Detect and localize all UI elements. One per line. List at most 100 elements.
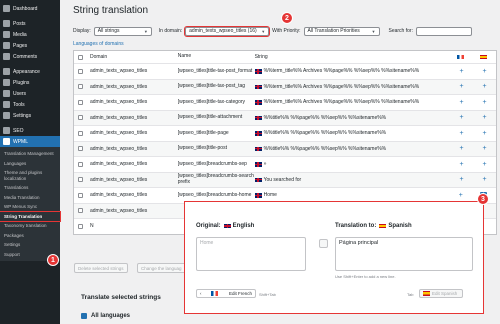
sidebar-item-users[interactable]: Users bbox=[0, 88, 60, 99]
add-translation-fr-icon[interactable]: + bbox=[460, 145, 464, 152]
cell-name: [wpseo_titles]title-attachment bbox=[177, 114, 243, 120]
cell-domain: admin_texts_wpseo_titles bbox=[89, 83, 148, 90]
edit-spanish-button[interactable]: Edit Spanish bbox=[419, 289, 463, 298]
add-translation-es-icon[interactable]: + bbox=[482, 130, 486, 137]
sidebar-item-comments[interactable]: Comments bbox=[0, 51, 60, 62]
sidebar-item-wpml[interactable]: WPML bbox=[0, 136, 60, 147]
select-all-checkbox[interactable] bbox=[78, 54, 84, 60]
cell-domain: admin_texts_wpseo_titles bbox=[89, 114, 148, 121]
translate-selected-heading: Translate selected strings bbox=[81, 294, 161, 301]
tab-hint: Tab bbox=[407, 292, 414, 297]
row-checkbox[interactable] bbox=[78, 161, 84, 167]
wpml-icon bbox=[3, 138, 10, 145]
sidebar-item-tools[interactable]: Tools bbox=[0, 99, 60, 110]
callout-badge: 3 bbox=[477, 193, 489, 205]
shift-tab-hint: Shift+Tab bbox=[259, 292, 276, 297]
column-header-name[interactable]: Name bbox=[178, 54, 255, 60]
submenu-settings[interactable]: Settings bbox=[0, 240, 60, 250]
domain-label: In domain: bbox=[158, 28, 183, 34]
all-languages-checkbox[interactable] bbox=[81, 313, 87, 319]
table-header: Domain Name String bbox=[74, 51, 496, 63]
spanish-flag-icon bbox=[423, 291, 430, 296]
delete-selected-button[interactable]: Delete selected strings bbox=[74, 263, 128, 273]
add-translation-fr-icon[interactable]: + bbox=[460, 176, 464, 183]
edit-french-button[interactable]: ‹ Edit French bbox=[196, 289, 256, 298]
sidebar-item-media[interactable]: Media bbox=[0, 29, 60, 40]
row-checkbox[interactable] bbox=[78, 177, 84, 183]
domain-select[interactable]: admin_texts_wpseo_titles (16) ▼ bbox=[184, 25, 271, 37]
add-translation-fr-icon[interactable]: + bbox=[460, 68, 464, 75]
search-label: Search for: bbox=[388, 28, 413, 34]
row-checkbox[interactable] bbox=[78, 208, 84, 214]
row-checkbox[interactable] bbox=[78, 192, 84, 198]
row-checkbox[interactable] bbox=[78, 68, 84, 74]
submenu-translation-management[interactable]: Translation Management bbox=[0, 149, 60, 159]
add-translation-es-icon[interactable]: + bbox=[482, 83, 486, 90]
add-translation-es-icon[interactable]: + bbox=[482, 114, 486, 121]
add-translation-es-icon[interactable]: + bbox=[482, 99, 486, 106]
callout-badge: 1 bbox=[47, 254, 59, 266]
add-translation-fr-icon[interactable]: + bbox=[460, 161, 464, 168]
search-input[interactable] bbox=[415, 26, 472, 36]
column-header-domain[interactable]: Domain bbox=[88, 54, 178, 60]
sidebar-item-posts[interactable]: Posts bbox=[0, 18, 60, 29]
original-label: Original: English bbox=[196, 223, 255, 229]
cell-name: [wpseo_titles]title-tax-post_tag bbox=[177, 83, 246, 89]
settings-icon bbox=[3, 112, 10, 119]
table-row: admin_texts_wpseo_titles [wpseo_titles]b… bbox=[74, 156, 496, 172]
all-languages-option[interactable]: All languages bbox=[81, 313, 130, 319]
languages-of-domains-link[interactable]: Languages of domains bbox=[73, 41, 124, 47]
add-translation-fr-icon[interactable]: + bbox=[460, 99, 464, 106]
submenu-languages[interactable]: Languages bbox=[0, 159, 60, 169]
table-row: admin_texts_wpseo_titles [wpseo_titles]t… bbox=[74, 78, 496, 94]
add-translation-fr-icon[interactable]: + bbox=[460, 83, 464, 90]
cell-name: [wpseo_titles]title-page bbox=[177, 129, 229, 136]
add-translation-fr-icon[interactable]: + bbox=[459, 192, 463, 199]
submenu-string-translation[interactable]: String Translation bbox=[0, 210, 61, 222]
add-translation-es-icon[interactable]: + bbox=[482, 68, 486, 75]
add-translation-es-icon[interactable]: + bbox=[482, 161, 486, 168]
add-translation-es-icon[interactable]: + bbox=[482, 176, 486, 183]
change-language-button[interactable]: Change the languag bbox=[137, 263, 186, 273]
column-header-string[interactable]: String bbox=[255, 54, 451, 60]
priority-select[interactable]: All Translation Priorities ▼ bbox=[303, 26, 380, 36]
filter-bar: Display: All strings ▼ In domain: admin_t… bbox=[73, 25, 497, 37]
add-translation-fr-icon[interactable]: + bbox=[460, 114, 464, 121]
cell-domain: admin_texts_wpseo_titles bbox=[89, 99, 148, 106]
wpml-submenu: Translation Management Languages Theme a… bbox=[0, 147, 61, 261]
sidebar-item-plugins[interactable]: Plugins bbox=[0, 77, 60, 88]
translation-textarea[interactable]: Página principal bbox=[335, 237, 473, 271]
submenu-packages[interactable]: Packages bbox=[0, 231, 60, 241]
cell-domain: admin_texts_wpseo_titles bbox=[89, 145, 148, 152]
sidebar-item-dashboard[interactable]: Dashboard bbox=[0, 3, 60, 14]
english-flag-icon bbox=[223, 223, 231, 229]
submenu-wp-menus-sync[interactable]: WP Menus Sync bbox=[0, 202, 60, 212]
add-translation-es-icon[interactable]: + bbox=[482, 145, 486, 152]
cell-string: %%term_title%% Archives %%page%% %%sep%%… bbox=[263, 99, 420, 106]
copy-original-icon[interactable] bbox=[319, 239, 328, 248]
submenu-theme-plugins-localization[interactable]: Theme and plugins localization bbox=[0, 168, 60, 183]
sidebar-item-seo[interactable]: SEO bbox=[0, 125, 60, 136]
row-checkbox[interactable] bbox=[78, 223, 84, 229]
cell-string: %%term_title%% Archives %%page%% %%sep%%… bbox=[263, 68, 420, 75]
sidebar-item-appearance[interactable]: Appearance bbox=[0, 66, 60, 77]
row-checkbox[interactable] bbox=[78, 115, 84, 121]
cell-string: » bbox=[263, 161, 267, 168]
sidebar-item-pages[interactable]: Pages bbox=[0, 40, 60, 51]
row-checkbox[interactable] bbox=[78, 99, 84, 105]
display-select[interactable]: All strings ▼ bbox=[93, 26, 152, 36]
submenu-media-translation[interactable]: Media Translation bbox=[0, 193, 60, 203]
sidebar-item-settings[interactable]: Settings bbox=[0, 110, 60, 121]
add-translation-fr-icon[interactable]: + bbox=[460, 130, 464, 137]
row-checkbox[interactable] bbox=[78, 84, 84, 90]
row-checkbox[interactable] bbox=[78, 146, 84, 152]
cell-string: Home bbox=[263, 192, 277, 199]
submenu-translations[interactable]: Translations bbox=[0, 183, 60, 193]
media-icon bbox=[3, 31, 10, 38]
yoast-icon bbox=[3, 127, 10, 134]
row-checkbox[interactable] bbox=[78, 130, 84, 136]
submenu-taxonomy-translation[interactable]: Taxonomy translation bbox=[0, 221, 60, 231]
english-flag-icon bbox=[254, 84, 262, 89]
plugin-icon bbox=[3, 79, 10, 86]
french-flag-icon bbox=[457, 54, 465, 60]
